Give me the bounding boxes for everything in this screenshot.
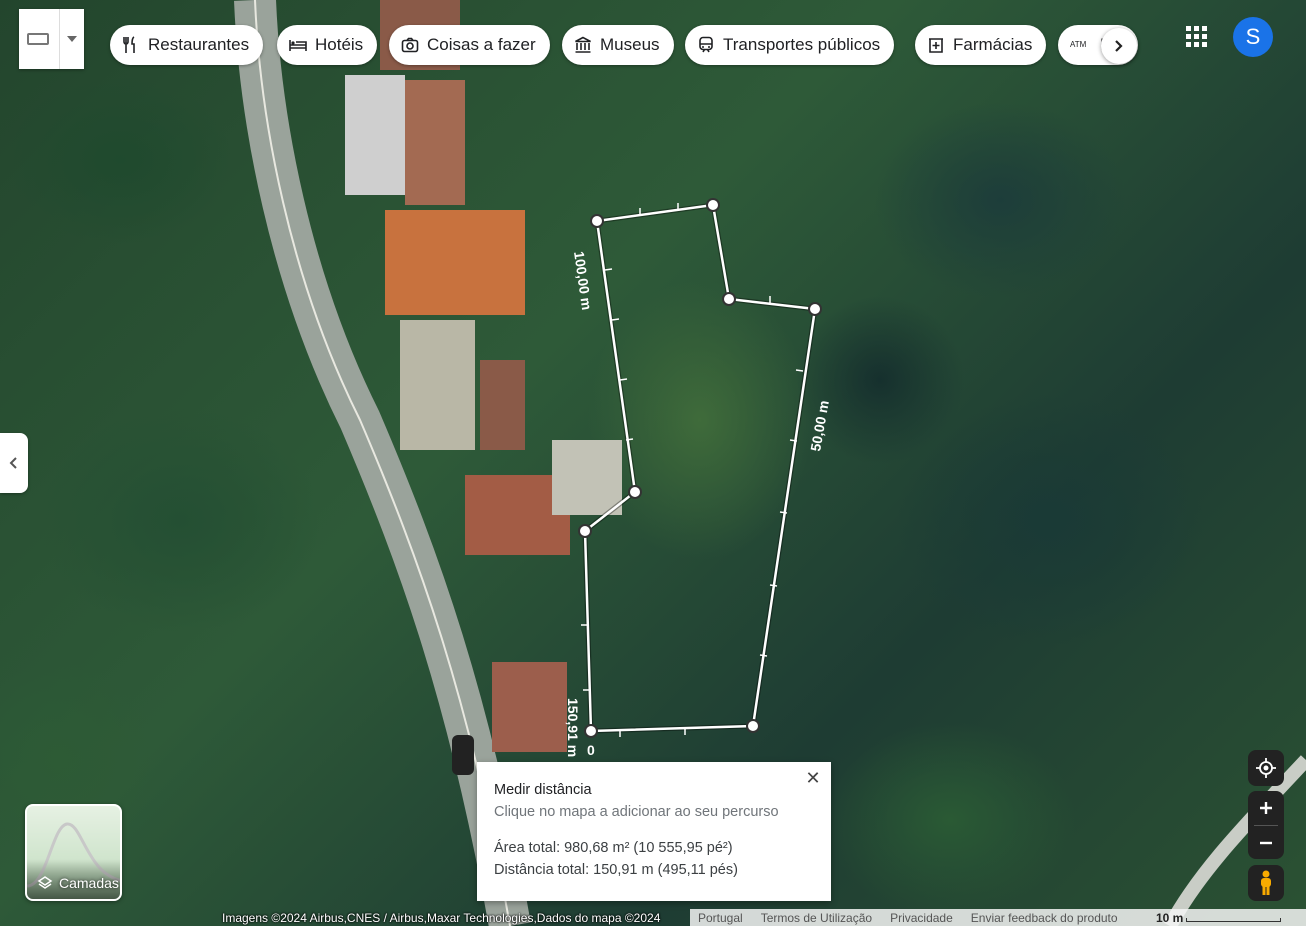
measure-point[interactable] [578, 524, 592, 538]
scroll-chips-right-button[interactable] [1101, 28, 1137, 64]
building [492, 662, 567, 752]
side-road [1163, 755, 1306, 926]
measure-area: Área total: 980,68 m² (10 555,95 pé²) [494, 840, 733, 856]
imagery-attribution: Imagens ©2024 Airbus,CNES / Airbus,Maxar… [222, 911, 661, 925]
pegman-icon [1261, 870, 1271, 895]
layers-label: Camadas [37, 875, 119, 891]
measure-distance-panel: ✕ Medir distância Clique no mapa a adici… [477, 762, 831, 901]
layers-icon [37, 876, 53, 889]
atm-icon: ATM [1070, 40, 1087, 49]
minus-icon [1260, 841, 1272, 844]
building [345, 75, 405, 195]
scale-label[interactable]: 10 m [1156, 911, 1183, 925]
zoom-out-button[interactable] [1248, 826, 1284, 859]
train-icon [699, 36, 713, 53]
zoom-in-button[interactable] [1248, 791, 1284, 825]
museum-icon [575, 36, 591, 53]
crosshair-icon [1256, 758, 1276, 778]
building [480, 360, 525, 450]
chip-label: Transportes públicos [723, 35, 881, 54]
account-avatar[interactable]: S [1233, 17, 1273, 57]
chip-label: Museus [600, 35, 660, 54]
measure-point[interactable] [590, 214, 604, 228]
building [552, 440, 622, 515]
building [385, 210, 525, 315]
collapse-side-panel-button[interactable] [0, 433, 28, 493]
chip-farmacias[interactable]: Farmácias [915, 25, 1047, 65]
plus-icon [1260, 802, 1272, 814]
keyboard-icon [27, 33, 49, 45]
measure-label-zero: 0 [587, 742, 595, 758]
chip-label: Hotéis [315, 35, 364, 54]
fork-knife-icon [123, 36, 135, 53]
chip-label: Restaurantes [148, 35, 250, 54]
chevron-right-icon [1115, 40, 1123, 52]
car [452, 735, 474, 775]
chip-museus[interactable]: Museus [562, 25, 674, 65]
building [405, 80, 465, 205]
bed-icon [289, 40, 307, 51]
chevron-left-icon [9, 457, 17, 469]
chip-hoteis[interactable]: Hotéis [277, 25, 378, 65]
measure-point[interactable] [584, 724, 598, 738]
input-tools-button[interactable] [19, 9, 84, 69]
measure-point[interactable] [628, 485, 642, 499]
chevron-down-icon[interactable] [67, 36, 77, 42]
chip-restaurantes[interactable]: Restaurantes [110, 25, 264, 65]
measure-label-150: 150,91 m [565, 698, 581, 757]
measure-distance: Distância total: 150,91 m (495,11 pés) [494, 862, 738, 878]
chip-label: Farmácias [953, 35, 1033, 54]
footer-privacy[interactable]: Privacidade [890, 911, 953, 925]
layers-button[interactable]: Camadas [25, 804, 122, 901]
chip-label: Coisas a fazer [427, 35, 536, 54]
my-location-button[interactable] [1248, 750, 1284, 786]
zoom-controls [1248, 791, 1284, 859]
footer-links: Portugal Termos de Utilização Privacidad… [698, 911, 1118, 925]
close-icon[interactable]: ✕ [801, 766, 825, 790]
measure-label-50: 50,00 m [807, 399, 832, 452]
divider [59, 9, 60, 69]
measure-point[interactable] [746, 719, 760, 733]
google-apps-icon[interactable] [1186, 26, 1208, 48]
footer-feedback[interactable]: Enviar feedback do produto [971, 911, 1118, 925]
pharmacy-icon [929, 38, 943, 53]
footer-terms[interactable]: Termos de Utilização [761, 911, 872, 925]
footer-country[interactable]: Portugal [698, 911, 743, 925]
measure-point[interactable] [706, 198, 720, 212]
street-view-pegman-button[interactable] [1248, 865, 1284, 901]
measure-point[interactable] [808, 302, 822, 316]
measure-hint: Clique no mapa a adicionar ao seu percur… [494, 804, 779, 820]
chip-coisas-a-fazer[interactable]: Coisas a fazer [389, 25, 550, 65]
layers-text: Camadas [59, 875, 119, 891]
camera-icon [401, 37, 419, 53]
scale-bar [1186, 918, 1281, 922]
measure-point[interactable] [722, 292, 736, 306]
chip-transportes-publicos[interactable]: Transportes públicos [685, 25, 895, 65]
measure-title: Medir distância [494, 782, 592, 798]
building [400, 320, 475, 450]
measure-label-100: 100,00 m [571, 250, 595, 311]
